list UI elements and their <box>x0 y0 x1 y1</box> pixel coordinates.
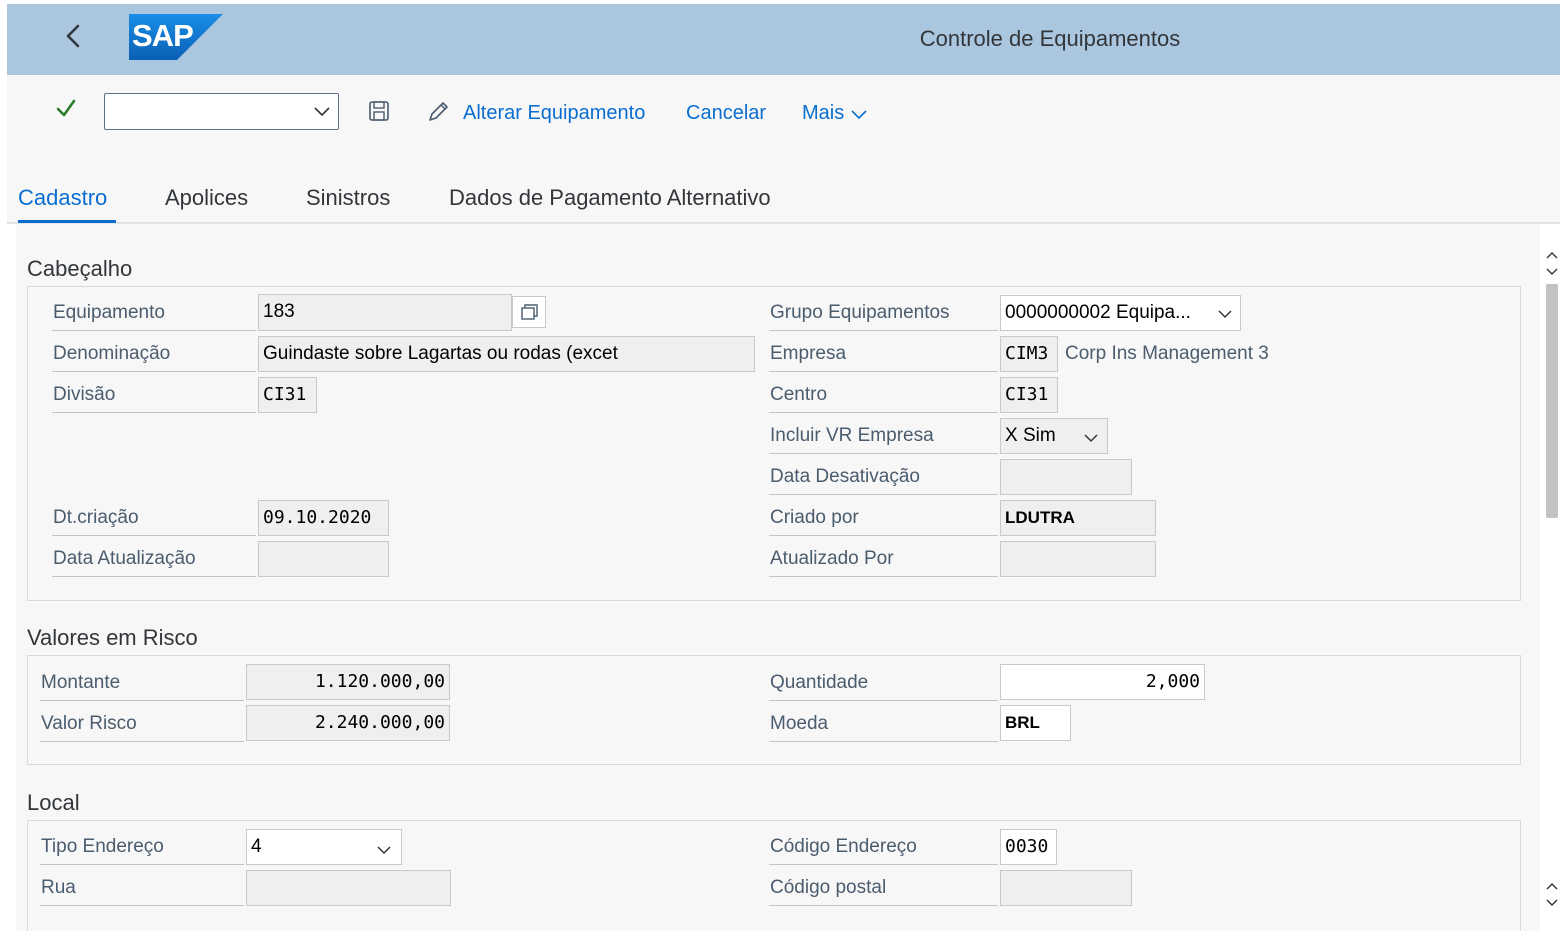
valor-risco-field[interactable]: 2.240.000,00 <box>246 705 450 741</box>
label-valor-risco: Valor Risco <box>40 706 244 742</box>
label-equipamento: Equipamento <box>52 295 256 331</box>
grupo-equipamentos-value: 0000000002 Equipa... <box>1005 302 1191 323</box>
codigo-endereco-field[interactable]: 0030 <box>1000 829 1057 865</box>
label-grupo-equipamentos: Grupo Equipamentos <box>769 295 998 331</box>
scrollbar-thumb[interactable] <box>1546 284 1558 518</box>
label-atualizado-por: Atualizado Por <box>769 541 998 577</box>
montante-field[interactable]: 1.120.000,00 <box>246 664 450 700</box>
label-empresa: Empresa <box>769 336 998 372</box>
label-rua: Rua <box>40 870 244 906</box>
data-desativacao-field[interactable] <box>1000 459 1132 495</box>
incluir-vr-empresa-value: X Sim <box>1005 425 1056 446</box>
chevron-updown-icon <box>1546 252 1558 275</box>
data-atualizacao-field[interactable] <box>258 541 389 577</box>
save-button[interactable] <box>368 100 390 122</box>
quantidade-field[interactable]: 2,000 <box>1000 664 1205 700</box>
label-moeda: Moeda <box>769 706 998 742</box>
value-help-button[interactable] <box>512 296 546 328</box>
chevron-down-icon[interactable] <box>1083 431 1099 443</box>
tab-apolices[interactable]: Apolices <box>165 184 248 212</box>
divisao-field[interactable]: CI31 <box>258 377 317 413</box>
label-data-atualizacao: Data Atualização <box>52 541 256 577</box>
chevron-down-icon[interactable] <box>376 843 392 855</box>
mais-label: Mais <box>802 102 845 124</box>
grupo-equipamentos-select[interactable]: 0000000002 Equipa... <box>1000 295 1241 331</box>
rua-field[interactable] <box>246 870 451 906</box>
denominacao-field[interactable]: Guindaste sobre Lagartas ou rodas (excet <box>258 336 755 372</box>
chevron-down-icon <box>851 110 867 119</box>
criado-por-field[interactable]: LDUTRA <box>1000 500 1156 536</box>
chevron-down-icon[interactable] <box>1217 307 1233 319</box>
label-incluir-vr-empresa: Incluir VR Empresa <box>769 418 998 454</box>
label-centro: Centro <box>769 377 998 413</box>
label-dt-criacao: Dt.criação <box>52 500 256 536</box>
alterar-equipamento-button[interactable]: Alterar Equipamento <box>463 100 645 126</box>
empresa-field[interactable]: CIM3 <box>1000 336 1058 372</box>
label-criado-por: Criado por <box>769 500 998 536</box>
scroll-up-button[interactable] <box>1544 250 1560 278</box>
checkmark-icon <box>56 99 76 117</box>
command-field[interactable] <box>104 93 339 130</box>
label-denominacao: Denominação <box>52 336 256 372</box>
pencil-icon[interactable] <box>426 100 450 124</box>
label-montante: Montante <box>40 665 244 701</box>
label-codigo-postal: Código postal <box>769 870 998 906</box>
tipo-endereco-value: 4 <box>251 836 262 857</box>
label-tipo-endereco: Tipo Endereço <box>40 829 244 865</box>
codigo-postal-field[interactable] <box>1000 870 1132 906</box>
shell-header <box>7 4 1560 75</box>
atualizado-por-field[interactable] <box>1000 541 1156 577</box>
label-data-desativacao: Data Desativação <box>769 459 998 495</box>
mais-button[interactable]: Mais <box>802 100 868 126</box>
chevron-updown-icon <box>1546 883 1558 906</box>
label-quantidade: Quantidade <box>769 665 998 701</box>
tab-sinistros[interactable]: Sinistros <box>306 184 390 212</box>
section-title-valores: Valores em Risco <box>27 625 198 650</box>
label-divisao: Divisão <box>52 377 256 413</box>
tab-dados-pagamento[interactable]: Dados de Pagamento Alternativo <box>449 184 771 212</box>
section-title-cabecalho: Cabeçalho <box>27 256 133 281</box>
copy-icon <box>521 304 538 320</box>
active-tab-indicator <box>18 220 116 223</box>
scroll-down-button[interactable] <box>1544 880 1560 910</box>
chevron-down-icon[interactable] <box>313 104 331 118</box>
app-title: Controle de Equipamentos <box>919 26 1181 51</box>
label-codigo-endereco: Código Endereço <box>769 829 998 865</box>
save-icon <box>369 101 389 121</box>
chevron-left-icon <box>66 24 80 48</box>
tab-cadastro[interactable]: Cadastro <box>18 184 107 212</box>
enter-button[interactable] <box>55 97 77 119</box>
back-button[interactable] <box>60 18 88 54</box>
dt-criacao-field[interactable]: 09.10.2020 <box>258 500 389 536</box>
empresa-description: Corp Ins Management 3 <box>1065 343 1269 364</box>
cancelar-button[interactable]: Cancelar <box>686 100 766 126</box>
equipamento-field[interactable]: 183 <box>258 294 512 331</box>
centro-field[interactable]: CI31 <box>1000 377 1058 413</box>
moeda-field[interactable]: BRL <box>1000 705 1071 741</box>
section-title-local: Local <box>27 790 80 815</box>
sap-logo-text: SAP <box>132 18 194 53</box>
